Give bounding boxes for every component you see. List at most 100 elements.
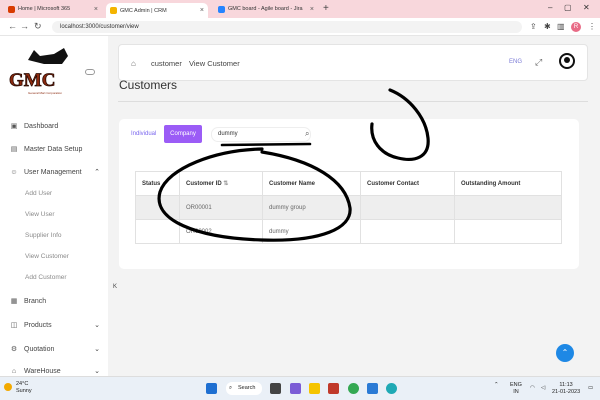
url-field[interactable]: localhost:3000/customer/view [52,21,522,33]
filter-individual-button[interactable]: Individual [131,131,156,137]
weather-temp: 24°C [16,381,29,387]
table-header-row: Status Customer ID ⇅ Customer Name Custo… [135,171,562,196]
warehouse-icon: ⌂ [11,367,17,375]
fullscreen-icon[interactable]: ⤢ [535,57,542,68]
user-avatar[interactable] [559,53,575,69]
edge-icon[interactable] [386,383,397,394]
top-header-card: ⌂ customer View Customer ENG ⤢ [118,44,588,81]
column-customer-id[interactable]: Customer ID ⇅ [179,171,263,196]
sidebar-toggle[interactable] [85,69,95,75]
sidebar-item-label: WareHouse [24,367,61,375]
search-icon[interactable]: ⌕ [305,129,309,139]
breadcrumb-customer[interactable]: customer [151,59,182,68]
chevron-down-icon: ⌄ [94,368,100,375]
notification-icon[interactable]: ▭ [588,385,593,392]
branch-icon: ▦ [10,298,18,305]
tab-label: GMC board - Agile board - Jira [228,6,303,12]
vscode-icon[interactable] [367,383,378,394]
column-customer-name[interactable]: Customer Name [262,171,361,196]
logo-text: GMC [9,70,55,91]
app-icon[interactable] [328,383,339,394]
tab-label: GMC Admin | CRM [120,7,167,14]
sidebar-item-master-data[interactable]: ▤ Master Data Setup [10,145,100,154]
wifi-icon[interactable]: ◠ [530,385,535,392]
language-selector[interactable]: ENG [509,59,522,65]
sidebar-subitem-view-customer[interactable]: View Customer [25,253,69,260]
sidebar-item-products[interactable]: ◫ Products ⌄ [10,321,100,330]
back-icon[interactable]: ← [8,21,17,31]
weather-widget[interactable]: 24°C Sunny [16,381,32,395]
file-explorer-icon[interactable] [309,383,320,394]
chrome-icon[interactable] [348,383,359,394]
lang-code: ENG [510,382,522,388]
language-indicator[interactable]: ENG IN [510,382,522,396]
column-label: Customer ID [186,181,222,187]
sidepanel-icon[interactable]: ▥ [557,22,565,31]
dashboard-icon: ▣ [10,123,18,130]
sidebar-item-user-management[interactable]: ☺ User Management ⌃ [10,168,100,177]
sidebar-item-quotation[interactable]: ⚙ Quotation ⌄ [10,345,100,354]
taskbar-search-label: Search [238,385,256,391]
sidebar-subitem-view-user[interactable]: View User [25,211,55,218]
search-value: dummy [218,131,238,137]
sidebar-subitem-add-customer[interactable]: Add Customer [25,274,67,281]
cell-customer-id: OR00002 [179,219,263,244]
search-icon: ⌕ [229,385,233,391]
filter-company-button[interactable]: Company [164,125,202,143]
windows-taskbar: 24°C Sunny ⌕ Search ⌃ ENG IN ◠ ◁ 11:13 21… [0,376,600,400]
sort-icon[interactable]: ⇅ [223,181,228,187]
extensions-icon[interactable]: ✱ [544,22,551,31]
reload-icon[interactable]: ↻ [34,21,42,32]
forward-icon[interactable]: → [20,21,29,31]
window-close-icon[interactable]: ✕ [583,3,590,12]
tab-gmc-admin[interactable]: GMC Admin | CRM × [106,3,208,18]
volume-icon[interactable]: ◁ [541,385,545,392]
sidebar-item-dashboard[interactable]: ▣ Dashboard [10,122,100,131]
clock-date: 21-01-2023 [552,389,581,395]
customers-card: Individual Company dummy ⌕ Status Custom… [119,119,579,269]
scroll-up-button[interactable]: ⌃ [556,344,574,362]
tab-microsoft365[interactable]: Home | Microsoft 365 × [4,2,102,16]
breadcrumb-view-customer: View Customer [189,59,240,68]
cell-customer-name: dummy group [262,195,361,220]
gmc-logo: GMC General Mart Corporation [8,48,82,95]
table-row[interactable]: OR00001 dummy group [135,195,562,220]
user-icon: ☺ [10,168,18,176]
column-status: Status [135,171,180,196]
clock[interactable]: 11:13 21-01-2023 [552,382,580,396]
share-icon[interactable]: ⇪ [530,22,537,31]
products-icon: ◫ [10,322,18,329]
chevron-up-icon: ⌃ [94,169,100,176]
tab-label: Home | Microsoft 365 [18,6,71,12]
profile-avatar[interactable]: R [571,22,581,32]
table-row[interactable]: OR00002 dummy [135,219,562,244]
divider [118,101,588,102]
tray-chevron-icon[interactable]: ⌃ [494,382,499,389]
sidebar-subitem-add-user[interactable]: Add User [25,190,52,197]
sidebar-item-label: Products [24,321,52,329]
sidebar-item-label: Master Data Setup [24,145,83,153]
task-view-icon[interactable] [270,383,281,394]
sidebar-item-warehouse[interactable]: ⌂ WareHouse ⌄ [10,367,100,376]
search-input[interactable]: dummy [211,127,311,142]
minimize-icon[interactable]: – [548,3,552,12]
cell-customer-name: dummy [262,219,361,244]
taskbar-search[interactable]: ⌕ Search [226,382,262,395]
screen: Home | Microsoft 365 × GMC Admin | CRM ×… [0,0,600,400]
new-tab-icon[interactable]: + [323,3,329,14]
close-icon[interactable]: × [94,6,98,13]
tab-jira[interactable]: GMC board - Agile board - Jira × [214,2,318,16]
windows-start-icon[interactable] [206,383,217,394]
maximize-icon[interactable]: ▢ [564,3,572,12]
sidebar-subitem-supplier-info[interactable]: Supplier Info [25,232,62,239]
gmc-favicon-icon [110,7,117,14]
page-title: Customers [119,78,178,92]
close-icon[interactable]: × [200,7,204,14]
menu-icon[interactable]: ⋮ [588,22,596,31]
close-icon[interactable]: × [310,6,314,13]
clock-time: 11:13 [559,382,573,388]
home-icon[interactable]: ⌂ [131,59,136,68]
sidebar-item-branch[interactable]: ▦ Branch [10,297,100,306]
sidebar-item-label: User Management [24,168,82,176]
teams-icon[interactable] [290,383,301,394]
